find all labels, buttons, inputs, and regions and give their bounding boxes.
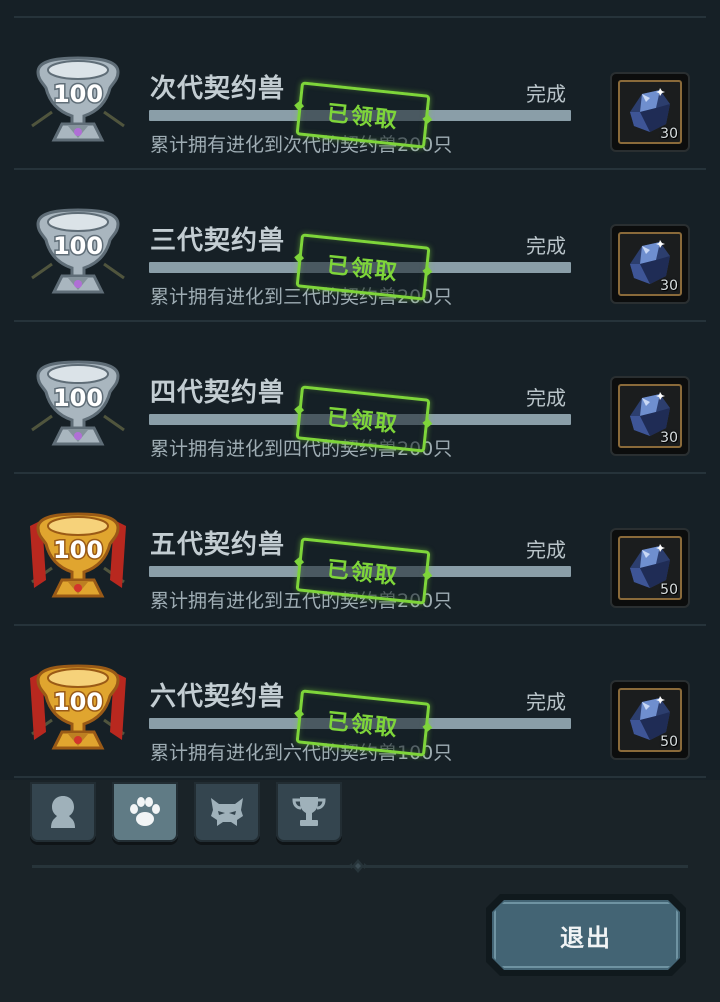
status-label: 完成 [526,538,566,562]
status-label: 完成 [526,82,566,106]
paw-icon [130,797,160,826]
trophy-badge: 100 [22,44,134,156]
trophy-label: 100 [53,232,103,260]
tab-characters[interactable] [30,782,96,842]
achievement-title: 六代契约兽 [150,682,286,712]
tab-monsters[interactable] [194,782,260,842]
character-silhouette-icon [51,796,75,828]
trophy-silver-icon: 100 [31,208,125,294]
achievement-row: 100 次代契约兽 完成 累计拥有进化到次代的契约兽200只 已领取 30 [0,18,720,170]
trophy-badge: 100 [22,196,134,308]
exit-button[interactable]: 退出 [486,894,686,976]
tab-beasts[interactable] [112,782,178,842]
trophy-silver-icon: 100 [31,56,125,142]
exit-button-label: 退出 [492,900,680,970]
achievement-title: 次代契约兽 [150,74,286,104]
status-label: 完成 [526,234,566,258]
achievement-row: 100 五代契约兽 完成 累计拥有进化到五代的契约兽200只 已领取 50 [0,474,720,626]
reward-slot[interactable]: 30 [610,224,690,304]
divider [14,776,706,778]
reward-slot[interactable]: 50 [610,680,690,760]
trophy-gold-icon: 100 [30,512,126,598]
tab-trophies[interactable] [276,782,342,842]
trophy-badge: 100 [22,500,134,612]
trophy-label: 100 [53,80,103,108]
reward-slot[interactable]: 30 [610,72,690,152]
achievement-row: 100 六代契约兽 完成 累计拥有进化到六代的契约兽100只 已领取 50 [0,626,720,778]
reward-count: 30 [660,278,678,294]
reward-slot[interactable]: 50 [610,528,690,608]
monster-mask-icon [211,798,243,826]
trophy-label: 100 [53,688,103,716]
achievement-title: 五代契约兽 [150,530,286,560]
trophy-label: 100 [53,536,103,564]
category-tabs [30,782,360,844]
reward-count: 50 [660,582,678,598]
trophy-gold-icon: 100 [30,664,126,750]
trophy-icon [292,797,326,826]
achievement-row: 100 三代契约兽 完成 累计拥有进化到三代的契约兽200只 已领取 30 [0,170,720,322]
status-label: 完成 [526,386,566,410]
trophy-badge: 100 [22,348,134,460]
achievement-title: 三代契约兽 [150,226,286,256]
reward-count: 50 [660,734,678,750]
reward-count: 30 [660,430,678,446]
trophy-label: 100 [53,384,103,412]
trophy-badge: 100 [22,652,134,764]
achievement-title: 四代契约兽 [150,378,286,408]
achievement-row: 100 四代契约兽 完成 累计拥有进化到四代的契约兽200只 已领取 30 [0,322,720,474]
trophy-silver-icon: 100 [31,360,125,446]
status-label: 完成 [526,690,566,714]
reward-slot[interactable]: 30 [610,376,690,456]
divider-ornament-icon [348,859,368,873]
reward-count: 30 [660,126,678,142]
